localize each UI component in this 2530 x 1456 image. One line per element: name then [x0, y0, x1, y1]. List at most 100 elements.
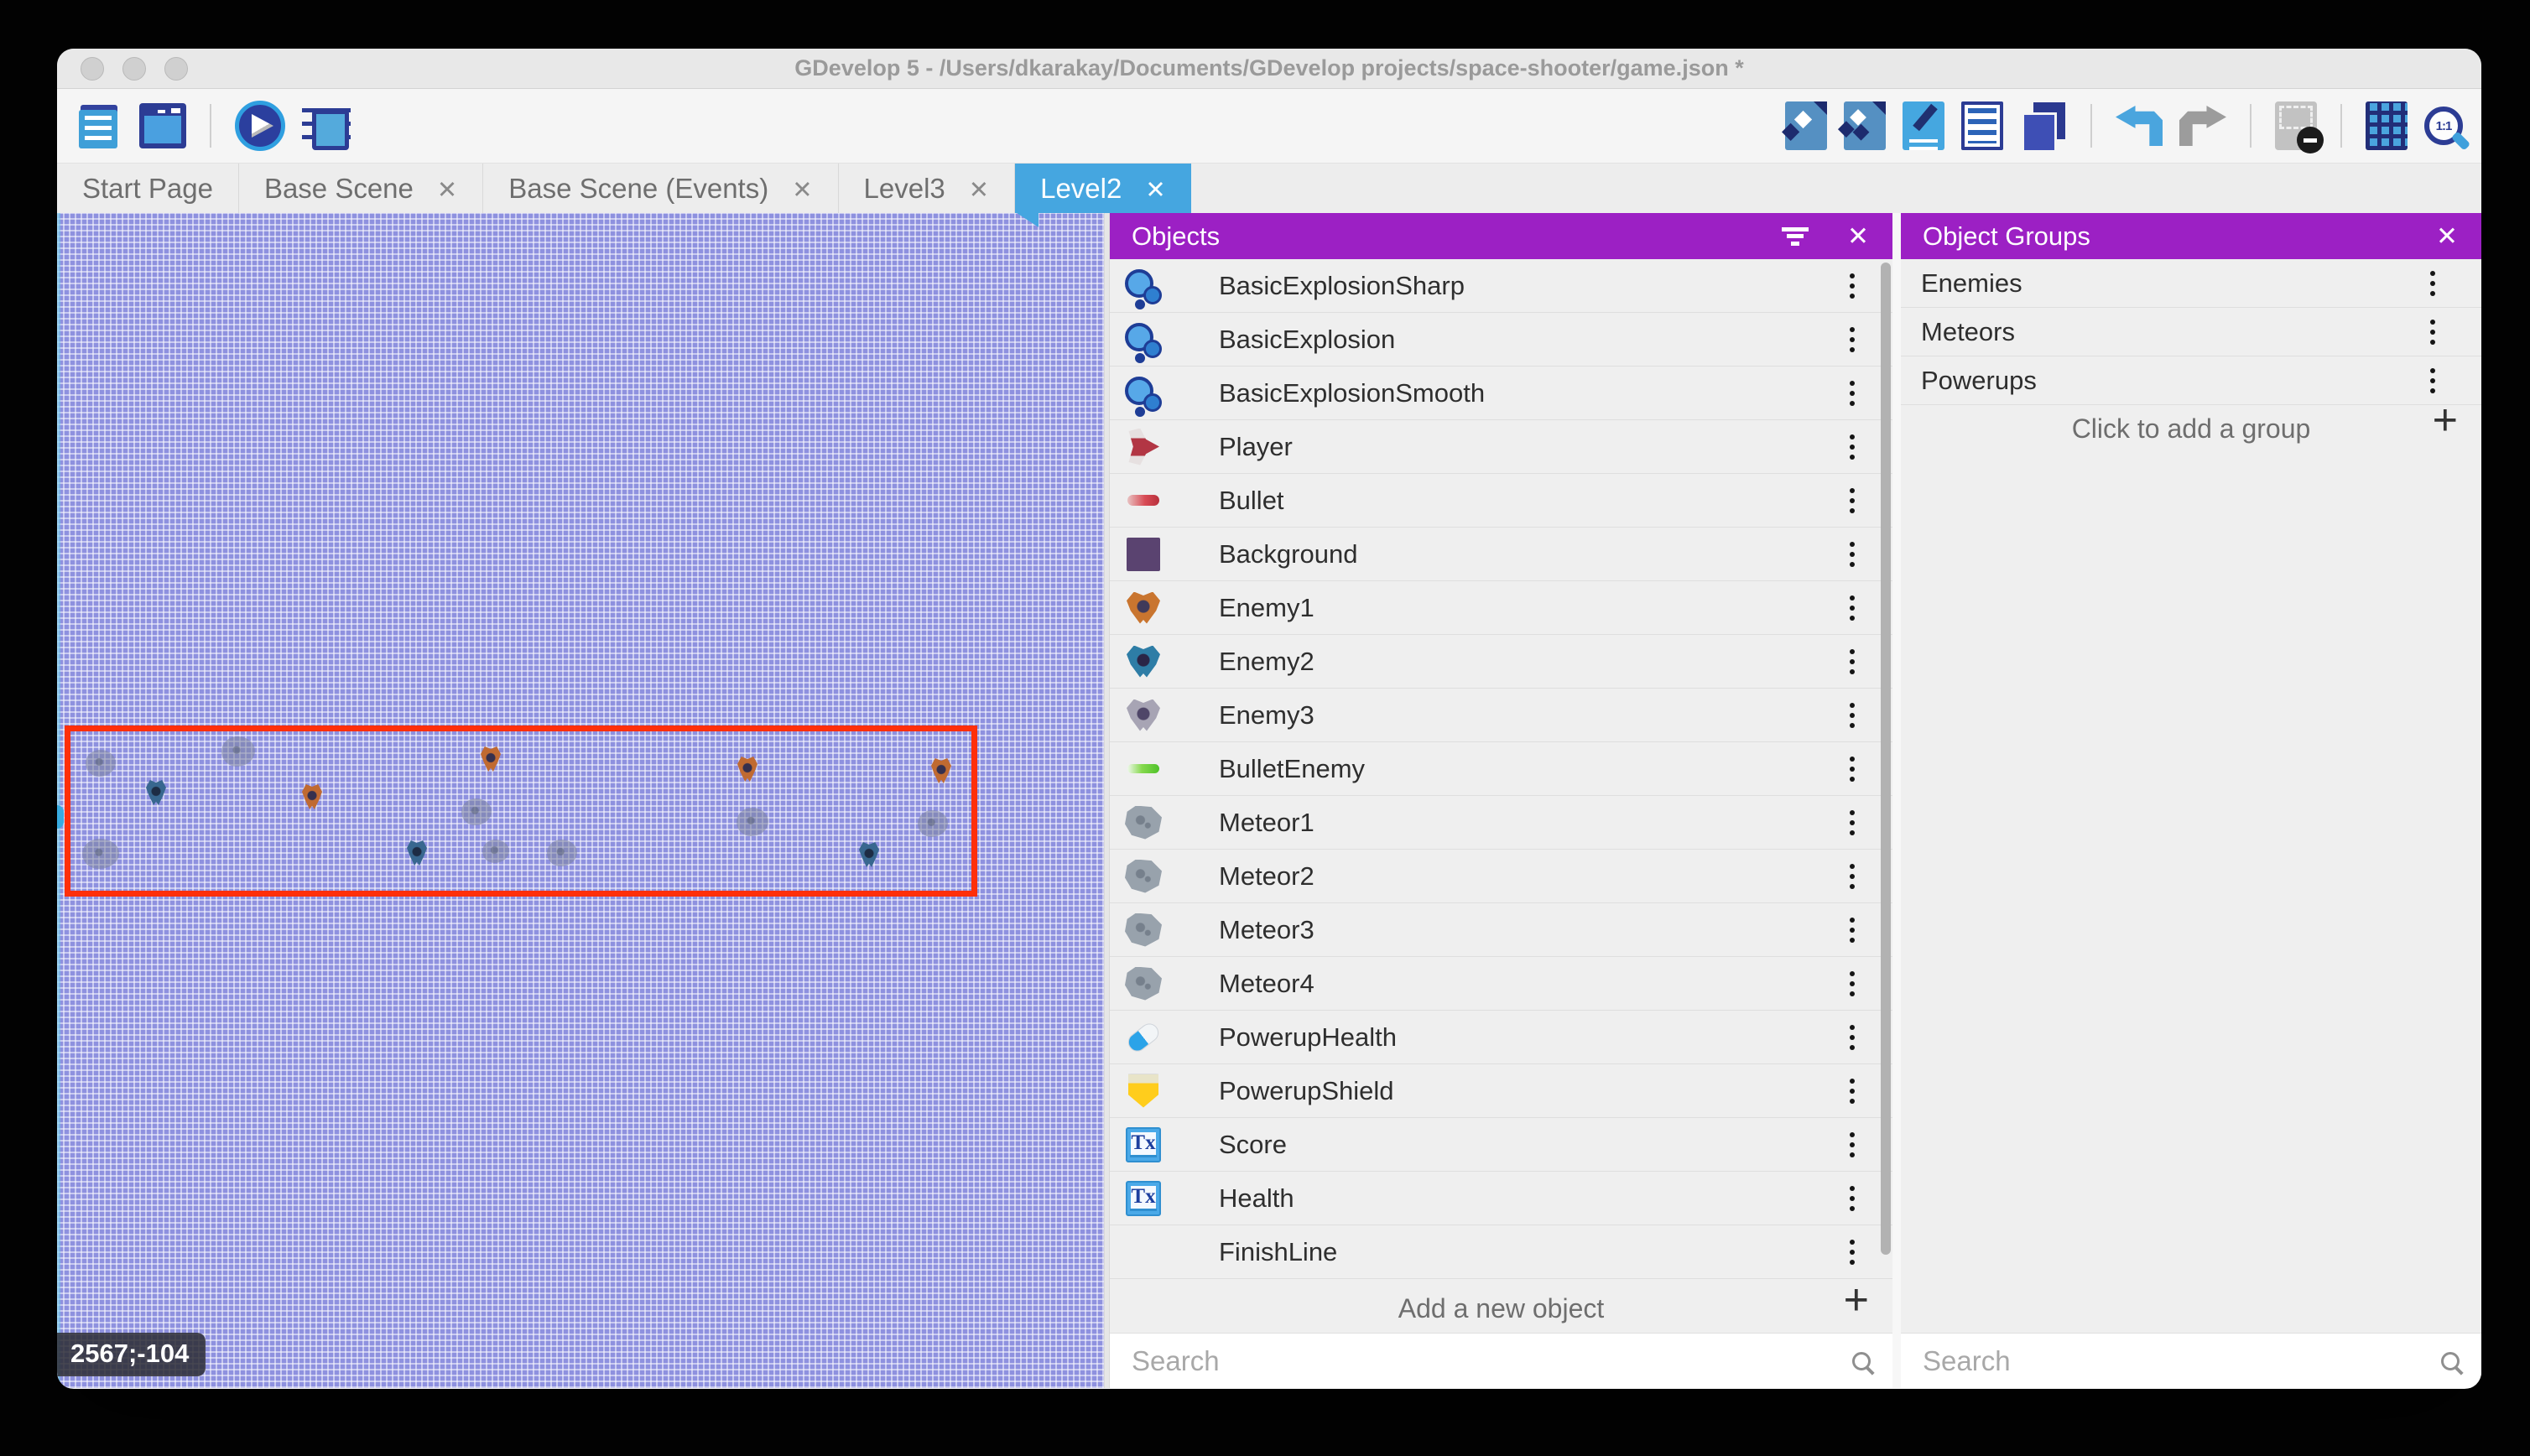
traffic-lights — [81, 49, 188, 88]
grid-icon[interactable] — [2366, 101, 2408, 150]
tab[interactable]: Base Scene (Events) — [483, 164, 838, 213]
separator[interactable] — [2250, 104, 2251, 148]
objects-scrollbar[interactable] — [1881, 263, 1891, 1255]
debug-icon[interactable] — [302, 101, 351, 150]
object-row[interactable]: Score — [1110, 1118, 1892, 1172]
object-row[interactable]: Bullet — [1110, 474, 1892, 528]
separator[interactable] — [2090, 104, 2092, 148]
plus-icon[interactable] — [1844, 1300, 1869, 1318]
undo-icon[interactable] — [2116, 106, 2163, 146]
render-mask-icon[interactable] — [2275, 101, 2317, 150]
plus-icon[interactable] — [2433, 420, 2458, 439]
object-menu-icon[interactable] — [1835, 928, 1869, 933]
text-object-icon — [1126, 1181, 1161, 1216]
object-row[interactable]: Player — [1110, 420, 1892, 474]
object-menu-icon[interactable] — [1835, 874, 1869, 879]
object-menu-icon[interactable] — [1835, 552, 1869, 557]
project-manager-icon[interactable] — [75, 101, 122, 150]
object-menu-icon[interactable] — [1835, 1196, 1869, 1201]
object-menu-icon[interactable] — [1835, 767, 1869, 772]
object-row[interactable]: Enemy3 — [1110, 689, 1892, 742]
tab-label: Start Page — [82, 173, 213, 205]
object-menu-icon[interactable] — [1835, 498, 1869, 503]
tab[interactable]: Level2 — [1015, 164, 1191, 213]
object-menu-icon[interactable] — [1835, 820, 1869, 825]
objects-search-bar — [1110, 1333, 1892, 1388]
object-row[interactable]: Health — [1110, 1172, 1892, 1225]
objects-search-input[interactable] — [1132, 1345, 1842, 1377]
gdevelop-window: GDevelop 5 - /Users/dkarakay/Documents/G… — [57, 49, 2481, 1389]
group-row[interactable]: Powerups — [1901, 356, 2481, 405]
object-menu-icon[interactable] — [1835, 1089, 1869, 1094]
separator[interactable] — [210, 104, 211, 148]
object-menu-icon[interactable] — [1835, 981, 1869, 986]
object-menu-icon[interactable] — [1835, 1142, 1869, 1147]
tab[interactable]: Level3 — [839, 164, 1016, 213]
close-tab-icon[interactable] — [437, 173, 457, 205]
object-row[interactable]: BasicExplosion — [1110, 313, 1892, 367]
object-menu-icon[interactable] — [1835, 445, 1869, 450]
object-row[interactable]: Meteor1 — [1110, 796, 1892, 850]
panel-divider[interactable] — [1104, 213, 1110, 1388]
object-menu-icon[interactable] — [1835, 337, 1869, 342]
close-window-button[interactable] — [81, 57, 104, 81]
groups-search-input[interactable] — [1923, 1345, 2431, 1377]
scene-canvas[interactable]: 2567;-104 — [57, 213, 1104, 1388]
object-row[interactable]: BasicExplosionSharp — [1110, 259, 1892, 313]
tab[interactable]: Start Page — [57, 164, 239, 213]
filter-icon[interactable] — [1782, 227, 1809, 246]
object-groups-panel-icon[interactable] — [1844, 101, 1886, 150]
object-name: Score — [1219, 1130, 1835, 1160]
close-panel-icon[interactable] — [2434, 221, 2460, 252]
properties-icon[interactable] — [1903, 101, 1944, 150]
layers-icon[interactable] — [2020, 102, 2067, 149]
redo-icon[interactable] — [2179, 106, 2226, 146]
minimize-window-button[interactable] — [122, 57, 146, 81]
object-row[interactable]: Enemy1 — [1110, 581, 1892, 635]
object-menu-icon[interactable] — [1835, 713, 1869, 718]
object-row[interactable]: Meteor2 — [1110, 850, 1892, 903]
objects-panel-header: Objects — [1110, 213, 1892, 259]
objects-panel-icon[interactable] — [1785, 101, 1827, 150]
add-group-row[interactable]: Click to add a group — [1901, 405, 2481, 453]
zoom-1-1-icon[interactable] — [2424, 107, 2463, 145]
group-menu-icon[interactable] — [2416, 281, 2449, 286]
close-tab-icon[interactable] — [792, 173, 812, 205]
meteor-icon — [1125, 860, 1162, 893]
group-menu-icon[interactable] — [2416, 378, 2449, 383]
player-ship-icon — [1127, 429, 1159, 465]
group-row[interactable]: Meteors — [1901, 308, 2481, 356]
group-row[interactable]: Enemies — [1901, 259, 2481, 308]
play-preview-icon[interactable] — [235, 101, 285, 151]
objects-list: BasicExplosionSharp BasicExplosion — [1110, 259, 1892, 1285]
instances-list-icon[interactable] — [1961, 101, 2003, 150]
object-menu-icon[interactable] — [1835, 391, 1869, 396]
tab[interactable]: Base Scene — [239, 164, 483, 213]
object-row[interactable]: Enemy2 — [1110, 635, 1892, 689]
object-row[interactable]: Background — [1110, 528, 1892, 581]
close-tab-icon[interactable] — [1145, 173, 1165, 205]
meteor-icon — [1125, 967, 1162, 1001]
close-tab-icon[interactable] — [969, 173, 989, 205]
object-row[interactable]: FinishLine — [1110, 1225, 1892, 1279]
object-row[interactable]: Meteor4 — [1110, 957, 1892, 1011]
close-panel-icon[interactable] — [1845, 221, 1871, 252]
add-object-row[interactable]: Add a new object — [1110, 1285, 1892, 1333]
object-menu-icon[interactable] — [1835, 1035, 1869, 1040]
object-row[interactable]: BulletEnemy — [1110, 742, 1892, 796]
group-menu-icon[interactable] — [2416, 330, 2449, 335]
object-row[interactable]: PowerupHealth — [1110, 1011, 1892, 1064]
separator[interactable] — [2340, 104, 2342, 148]
object-row[interactable]: Meteor3 — [1110, 903, 1892, 957]
powerup-instance[interactable] — [57, 805, 64, 829]
toolbar — [57, 89, 2481, 164]
maximize-window-button[interactable] — [164, 57, 188, 81]
object-menu-icon[interactable] — [1835, 659, 1869, 664]
object-row[interactable]: BasicExplosionSmooth — [1110, 367, 1892, 420]
object-menu-icon[interactable] — [1835, 283, 1869, 289]
object-menu-icon[interactable] — [1835, 606, 1869, 611]
group-name: Powerups — [1921, 366, 2416, 396]
scene-window-icon[interactable] — [139, 103, 186, 148]
object-menu-icon[interactable] — [1835, 1250, 1869, 1255]
object-row[interactable]: PowerupShield — [1110, 1064, 1892, 1118]
